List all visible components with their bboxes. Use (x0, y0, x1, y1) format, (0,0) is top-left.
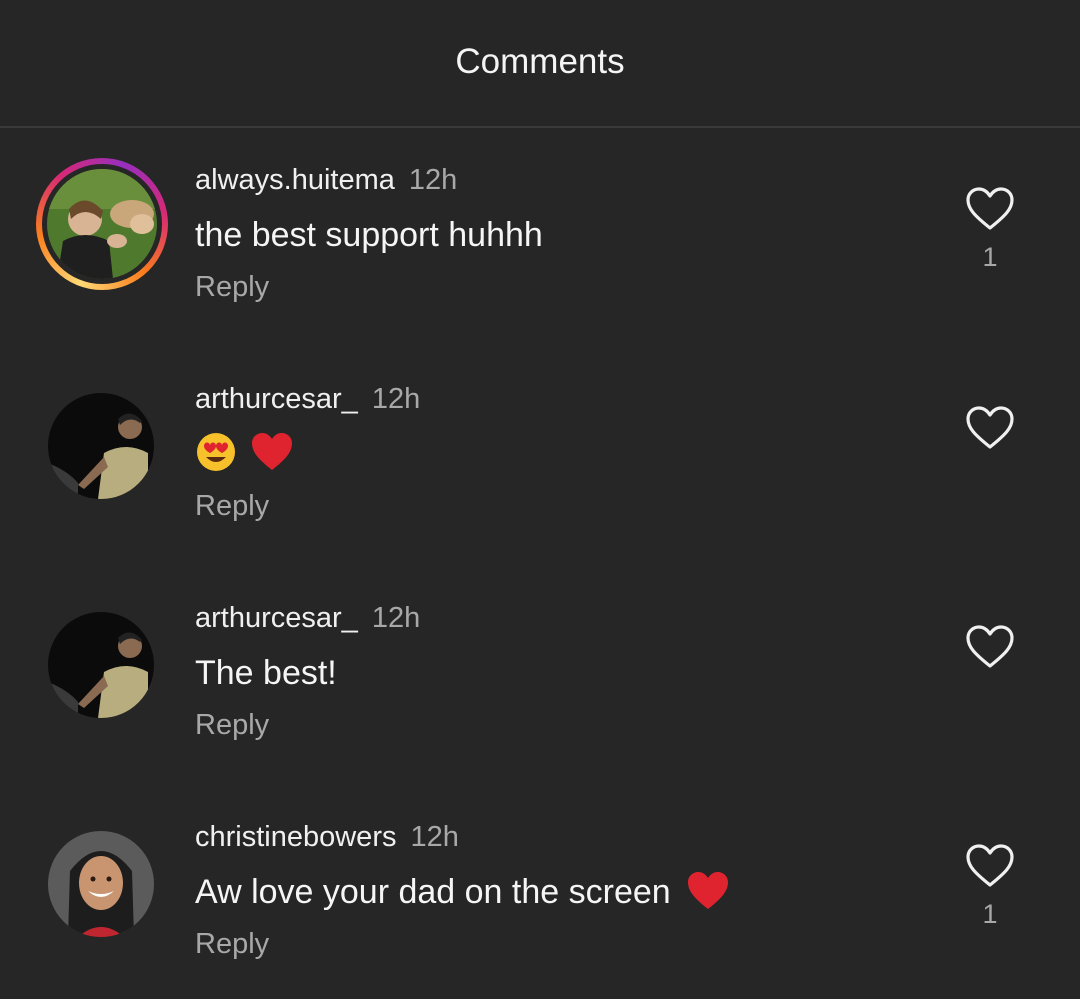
red-heart-emoji-icon (688, 872, 729, 910)
reply-button[interactable]: Reply (195, 271, 269, 304)
comment-meta: always.huitema 12h (195, 164, 457, 197)
avatar[interactable] (48, 612, 154, 718)
like-count: 1 (982, 899, 998, 929)
like-heart-icon[interactable] (965, 405, 1015, 451)
like-heart-icon[interactable] (965, 186, 1015, 232)
comment-text-row: Aw love your dad on the screen (195, 872, 734, 912)
like-heart-icon[interactable] (965, 624, 1015, 670)
comments-header: Comments (0, 0, 1080, 128)
reply-button[interactable]: Reply (195, 928, 269, 961)
timestamp: 12h (371, 602, 421, 634)
reply-button[interactable]: Reply (195, 490, 269, 523)
avatar[interactable] (48, 831, 154, 937)
comment-item: arthurcesar_ 12h Reply (0, 347, 1080, 522)
timestamp: 12h (371, 383, 421, 415)
comment-item: arthurcesar_ 12h The best! Reply (0, 566, 1080, 741)
comment-item: christinebowers 12h Aw love your dad on t… (0, 785, 1080, 960)
reply-button[interactable]: Reply (195, 709, 269, 742)
avatar[interactable] (47, 169, 157, 279)
comment-text: The best! (195, 654, 337, 692)
story-ring[interactable] (36, 158, 168, 290)
comment-item: always.huitema 12h the best support huhhh… (0, 128, 1080, 303)
page-title: Comments (455, 42, 625, 81)
timestamp: 12h (410, 821, 459, 853)
comment-emoji-row (195, 431, 298, 473)
username[interactable]: arthurcesar_ (195, 383, 358, 415)
comment-text: the best support huhhh (195, 216, 543, 254)
like-heart-icon[interactable] (965, 843, 1015, 889)
timestamp: 12h (408, 164, 458, 196)
like-count: 1 (982, 242, 998, 272)
username[interactable]: arthurcesar_ (195, 602, 358, 634)
avatar[interactable] (48, 393, 154, 499)
username[interactable]: always.huitema (195, 164, 395, 196)
heart-eyes-emoji-icon (197, 433, 235, 472)
comment-meta: christinebowers 12h (195, 821, 459, 854)
red-heart-emoji-icon (252, 433, 293, 471)
username[interactable]: christinebowers (195, 821, 396, 853)
comment-text: Aw love your dad on the screen (195, 873, 671, 911)
comment-meta: arthurcesar_ 12h (195, 383, 420, 416)
comment-meta: arthurcesar_ 12h (195, 602, 420, 635)
